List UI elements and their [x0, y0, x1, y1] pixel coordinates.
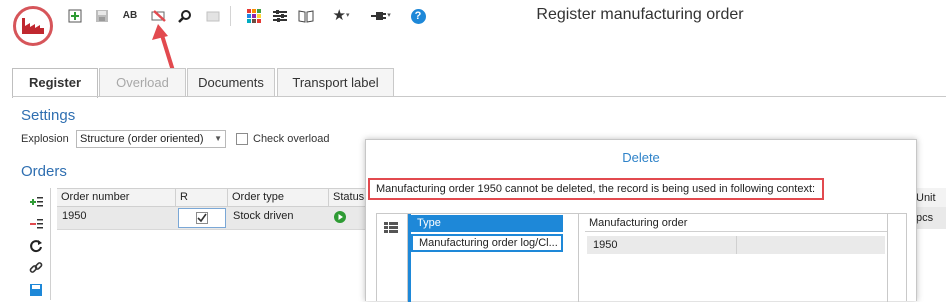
- settings-sliders-icon[interactable]: [272, 8, 288, 24]
- window-title: Register manufacturing order: [536, 6, 744, 23]
- table-row[interactable]: 1950 Stock driven: [57, 207, 365, 230]
- star-icon[interactable]: ★ ▾: [330, 8, 352, 24]
- context-type-list: Type Manufacturing order log/Cl...: [407, 214, 579, 302]
- manufacturing-order-cell[interactable]: 1950: [587, 236, 737, 254]
- col-order-number[interactable]: Order number: [57, 189, 176, 206]
- tab-documents[interactable]: Documents: [187, 68, 275, 96]
- factory-logo-icon[interactable]: [13, 6, 53, 46]
- explosion-label: Explosion: [21, 133, 69, 145]
- col-unit[interactable]: Unit: [916, 192, 936, 204]
- new-icon[interactable]: [67, 8, 83, 24]
- delete-dialog: Delete Manufacturing order 1950 cannot b…: [365, 139, 917, 302]
- tab-transport-label[interactable]: Transport label: [277, 68, 394, 96]
- dialog-message-highlight: Manufacturing order 1950 cannot be delet…: [368, 178, 824, 200]
- empty-cell: [737, 236, 885, 254]
- grid-divider: [887, 214, 888, 302]
- chevron-down-icon: ▼: [214, 134, 222, 143]
- r-checkbox[interactable]: [196, 212, 208, 224]
- help-glyph: ?: [410, 8, 426, 24]
- toolbar-separator: [230, 6, 231, 26]
- explosion-value: Structure (order oriented): [80, 133, 204, 145]
- spellcheck-glyph: AB: [122, 10, 138, 21]
- check-overload-checkbox[interactable]: [236, 133, 248, 145]
- tab-register[interactable]: Register: [12, 68, 98, 98]
- unit-cell: pcs: [916, 212, 934, 224]
- order-type-cell: Stock driven: [233, 210, 294, 222]
- spellcheck-icon[interactable]: AB: [122, 8, 138, 24]
- remove-row-icon[interactable]: [28, 216, 44, 232]
- tab-divider: [12, 96, 946, 97]
- context-list-icon[interactable]: [383, 220, 399, 236]
- apps-grid-icon[interactable]: [246, 8, 262, 24]
- context-records-grid: Manufacturing order 1950: [585, 214, 908, 302]
- col-status[interactable]: Status: [329, 189, 369, 206]
- print-icon[interactable]: [205, 8, 221, 24]
- help-icon[interactable]: ?: [410, 8, 426, 24]
- r-cell[interactable]: [178, 208, 226, 228]
- link-icon[interactable]: [28, 260, 44, 276]
- orders-grid-header: Order number R Order type Status: [57, 188, 365, 207]
- explosion-select[interactable]: Structure (order oriented) ▼: [76, 130, 226, 148]
- col-order-type[interactable]: Order type: [228, 189, 329, 206]
- type-cell[interactable]: Manufacturing order log/Cl...: [411, 234, 563, 252]
- book-icon[interactable]: [298, 8, 314, 24]
- play-status-icon: [334, 211, 346, 223]
- status-cell: [329, 207, 365, 229]
- col-r[interactable]: R: [176, 189, 228, 206]
- save-list-icon[interactable]: [28, 282, 44, 298]
- orders-side-toolbar: [22, 188, 51, 300]
- orders-title: Orders: [21, 163, 67, 180]
- settings-title: Settings: [21, 107, 76, 124]
- save-icon[interactable]: [94, 8, 110, 24]
- dialog-message: Manufacturing order 1950 cannot be delet…: [376, 183, 816, 195]
- refresh-icon[interactable]: [28, 238, 44, 254]
- manufacturing-order-header[interactable]: Manufacturing order: [585, 215, 887, 232]
- tab-overload: Overload: [99, 68, 186, 96]
- top-toolbar: AB ★ ▾ ▾ ? Register manufacturing order: [0, 0, 946, 46]
- order-number-cell: 1950: [62, 210, 87, 222]
- context-panel: Type Manufacturing order log/Cl... Manuf…: [376, 213, 908, 302]
- type-column-header[interactable]: Type: [411, 215, 563, 232]
- dialog-title: Delete: [622, 150, 660, 165]
- check-overload-label: Check overload: [253, 133, 330, 145]
- plugin-icon[interactable]: ▾: [369, 8, 393, 24]
- add-row-icon[interactable]: [28, 194, 44, 210]
